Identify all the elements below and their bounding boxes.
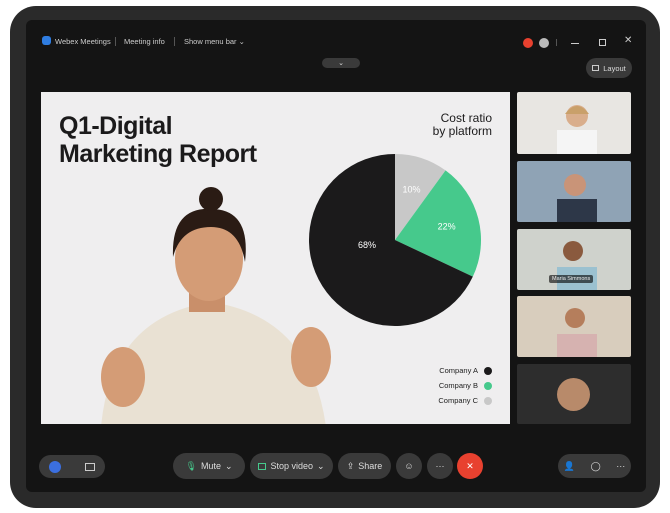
- layout-button[interactable]: Layout: [586, 58, 632, 78]
- share-button[interactable]: ⇪ Share: [338, 453, 391, 479]
- collapse-toggle[interactable]: ⌄: [322, 58, 360, 68]
- legend-label: Company A: [439, 366, 478, 375]
- more-options-button[interactable]: ···: [427, 453, 453, 479]
- participant-tile[interactable]: [517, 364, 631, 424]
- more-icon: ···: [435, 461, 445, 471]
- participant-tile[interactable]: [517, 92, 631, 154]
- mute-button[interactable]: 🎙 Mute ⌄: [173, 453, 245, 479]
- slide-title: Q1-Digital Marketing Report: [59, 112, 257, 168]
- chevron-down-icon: ⌄: [338, 60, 344, 67]
- ai-assistant-icon[interactable]: [49, 460, 61, 473]
- maximize-icon[interactable]: [599, 39, 606, 46]
- legend-label: Company C: [438, 396, 478, 405]
- avatar: [557, 378, 590, 411]
- slide-title-line1: Q1-Digital: [59, 112, 173, 140]
- layout-icon: [592, 65, 600, 71]
- share-icon: ⇪: [346, 460, 355, 471]
- captions-icon[interactable]: [85, 462, 95, 471]
- emoji-icon: ☺: [404, 461, 414, 471]
- camera-icon: [258, 462, 267, 470]
- shared-slide: Q1-Digital Marketing Report Cost ratio b…: [41, 92, 510, 424]
- participants-icon[interactable]: 👤: [564, 461, 575, 472]
- chevron-down-icon[interactable]: ⌄: [317, 461, 325, 472]
- close-icon[interactable]: ✕: [624, 35, 632, 46]
- microphone-icon: 🎙: [185, 460, 197, 471]
- chevron-down-icon[interactable]: ⌄: [225, 461, 233, 472]
- left-controls: [39, 455, 105, 478]
- pie-label: 10%: [402, 184, 420, 194]
- reactions-button[interactable]: ☺: [396, 453, 422, 479]
- show-menu-bar-button[interactable]: Show menu bar ⌄: [184, 37, 245, 46]
- participant-tile[interactable]: [517, 296, 631, 357]
- recording-icon[interactable]: [523, 38, 533, 48]
- layout-label: Layout: [603, 63, 626, 73]
- pie-label: 22%: [438, 222, 456, 232]
- webex-logo-icon: [42, 36, 51, 45]
- legend-item-a: Company A: [439, 366, 492, 375]
- chart-title-line2: by platform: [432, 124, 492, 138]
- legend-item-c: Company C: [438, 396, 492, 405]
- presenter-image: [101, 187, 331, 424]
- share-label: Share: [358, 461, 383, 471]
- stop-video-label: Stop video: [270, 461, 313, 471]
- divider: [115, 37, 116, 46]
- participant-name: Maria Simmons: [549, 275, 594, 283]
- divider: [174, 37, 175, 46]
- legend-item-b: Company B: [439, 381, 492, 390]
- right-controls: 👤 ◯ ···: [558, 454, 631, 478]
- show-menu-bar-label: Show menu bar: [184, 37, 237, 46]
- minimize-icon[interactable]: [571, 43, 579, 44]
- pie-label: 68%: [358, 240, 376, 250]
- chat-icon[interactable]: ◯: [591, 461, 601, 472]
- chevron-down-icon: ⌄: [238, 37, 245, 46]
- legend-swatch: [484, 396, 492, 405]
- app-name: Webex Meetings: [55, 37, 111, 46]
- end-call-button[interactable]: ✕: [457, 453, 483, 479]
- chart-title: Cost ratio by platform: [433, 112, 492, 138]
- slide-title-line2: Marketing Report: [59, 140, 257, 168]
- legend-label: Company B: [438, 381, 478, 390]
- more-icon[interactable]: ···: [616, 461, 625, 471]
- divider: [556, 39, 557, 46]
- close-icon: ✕: [466, 460, 474, 471]
- participant-tile[interactable]: [517, 161, 631, 222]
- meeting-info-link[interactable]: Meeting info: [124, 37, 165, 46]
- mute-label: Mute: [200, 461, 221, 471]
- legend-swatch: [484, 366, 492, 375]
- network-icon[interactable]: [539, 38, 549, 48]
- participant-tile[interactable]: Maria Simmons: [517, 229, 631, 290]
- legend-swatch: [484, 381, 492, 390]
- stop-video-button[interactable]: Stop video ⌄: [250, 453, 333, 479]
